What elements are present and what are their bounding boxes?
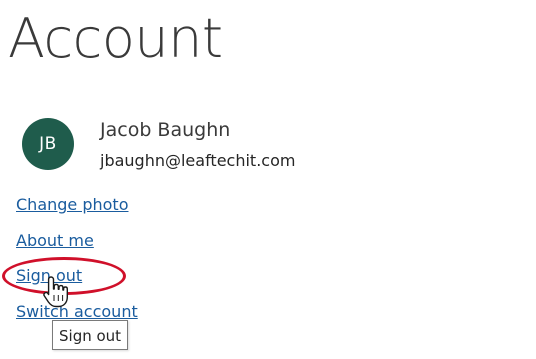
avatar-initials: JB	[39, 134, 57, 154]
about-me-link[interactable]: About me	[16, 231, 94, 250]
user-email: jbaughn@leaftechit.com	[100, 151, 296, 170]
hand-pointer-icon	[43, 276, 68, 308]
sign-out-tooltip: Sign out	[52, 320, 129, 350]
avatar: JB	[22, 118, 74, 170]
switch-account-link[interactable]: Switch account	[16, 302, 138, 321]
change-photo-link[interactable]: Change photo	[16, 195, 129, 214]
user-name: Jacob Baughn	[100, 119, 231, 141]
page-title: Account	[8, 7, 223, 70]
